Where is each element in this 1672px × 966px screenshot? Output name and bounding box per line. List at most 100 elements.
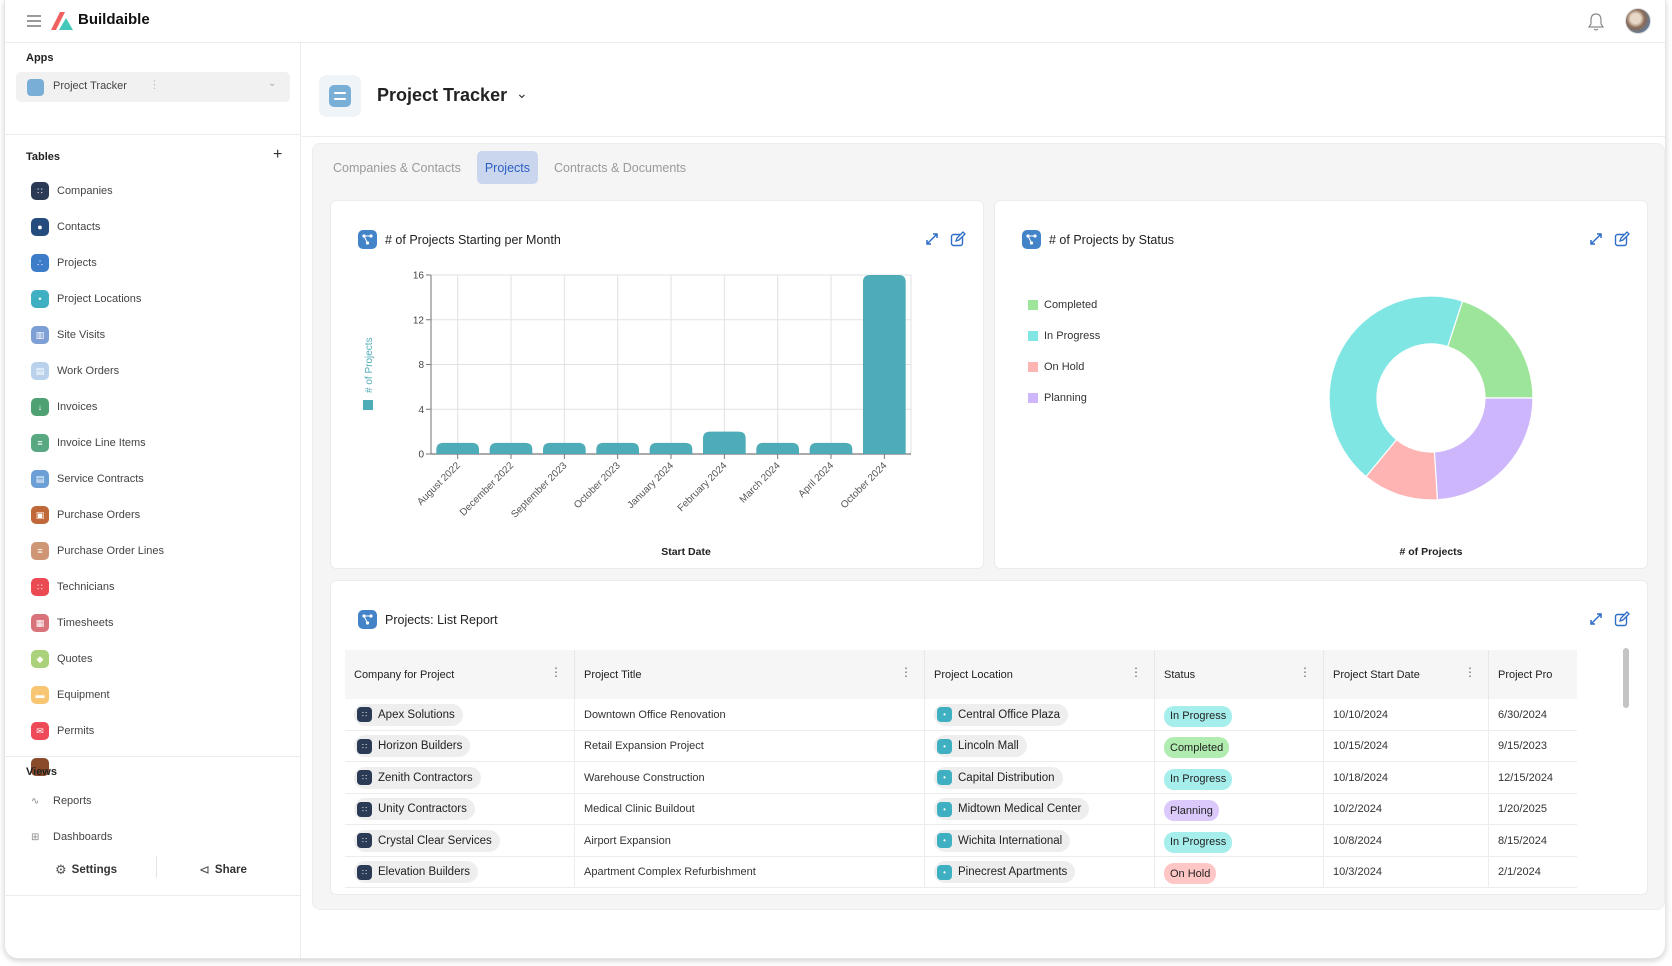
status-badge: On Hold [1164, 863, 1217, 885]
title-dropdown-chevron-icon[interactable]: ⌄ [516, 85, 528, 102]
donut-slice-in-progress[interactable] [1328, 295, 1464, 478]
column-header[interactable]: Status ⋮ [1155, 650, 1324, 699]
location-chip[interactable]: • Capital Distribution [934, 766, 1063, 789]
menu-icon[interactable] [27, 15, 41, 27]
user-avatar[interactable] [1625, 8, 1651, 34]
expand-icon[interactable] [1588, 231, 1604, 247]
column-header[interactable]: Project Start Date ⋮ [1324, 650, 1489, 699]
table-row[interactable]: ∷ Crystal Clear Services Airport Expansion… [345, 825, 1577, 857]
bar[interactable] [489, 442, 533, 454]
add-table-button[interactable]: + [273, 146, 282, 164]
donut-slice-on-hold[interactable] [1365, 438, 1439, 501]
location-chip[interactable]: • Lincoln Mall [934, 735, 1027, 758]
bar[interactable] [809, 442, 853, 454]
sidebar-item-site-visits[interactable]: ▥ Site Visits [26, 317, 296, 353]
tab-projects[interactable]: Projects [476, 151, 538, 184]
list-report-card: Projects: List Report Company for Projec… [330, 580, 1648, 895]
company-chip[interactable]: ∷ Horizon Builders [354, 735, 471, 758]
sidebar-item-projects[interactable]: ∴ Projects [26, 245, 296, 281]
divider [5, 756, 301, 757]
sidebar-item-purchase-orders[interactable]: ▣ Purchase Orders [26, 497, 296, 533]
sidebar-item-permits[interactable]: ✉ Permits [26, 713, 296, 749]
share-button[interactable]: ⊲ Share [199, 862, 247, 878]
location-chip[interactable]: • Wichita International [934, 829, 1071, 852]
legend-item[interactable]: Completed [1028, 289, 1100, 320]
bar[interactable] [596, 442, 639, 454]
expand-icon[interactable] [1588, 611, 1604, 627]
location-name: Midtown Medical Center [958, 803, 1082, 816]
column-header[interactable]: Project Pro [1489, 650, 1577, 699]
bar[interactable] [649, 442, 693, 454]
table-row[interactable]: ∷ Unity Contractors Medical Clinic Buildou… [345, 793, 1577, 825]
table-row[interactable]: ∷ Elevation Builders Apartment Complex Ref… [345, 856, 1577, 888]
edit-icon[interactable] [1614, 231, 1630, 247]
checklist-icon: ≡ [31, 542, 49, 560]
sidebar-item-quotes[interactable]: ◆ Quotes [26, 641, 296, 677]
sidebar-item-purchase-order-lines[interactable]: ≡ Purchase Order Lines [26, 533, 296, 569]
column-header-label: Project Title [584, 668, 642, 681]
tab-contracts-documents[interactable]: Contracts & Documents [546, 151, 694, 184]
column-menu-icon[interactable]: ⋮ [1299, 666, 1311, 678]
location-chip[interactable]: • Central Office Plaza [934, 703, 1069, 726]
company-chip[interactable]: ∷ Elevation Builders [354, 861, 479, 884]
sidebar-item-companies[interactable]: ∷ Companies [26, 173, 296, 209]
column-header[interactable]: Project Location ⋮ [925, 650, 1155, 699]
status-badge: Completed [1164, 737, 1230, 759]
settings-button[interactable]: ⚙ Settings [55, 862, 117, 878]
table-row[interactable]: ∷ Apex Solutions Downtown Office Renovatio… [345, 699, 1577, 731]
sidebar-item-invoice-line-items[interactable]: ≡ Invoice Line Items [26, 425, 296, 461]
bar-chart-card: # of Projects Starting per Month 0 4 8 12 16… [330, 200, 984, 569]
x-tick-label: January 2024 [625, 460, 676, 511]
bar[interactable] [543, 442, 586, 454]
legend-item[interactable]: Planning [1028, 382, 1100, 413]
app-selector[interactable]: Project Tracker ⋮ ⌄ [16, 72, 290, 102]
sidebar-item-work-orders[interactable]: ▤ Work Orders [26, 353, 296, 389]
bar[interactable] [756, 442, 799, 454]
donut-slice-completed[interactable] [1446, 300, 1534, 399]
sidebar-item-project-locations[interactable]: • Project Locations [26, 281, 296, 317]
notifications-bell-icon[interactable] [1587, 12, 1605, 32]
status-badge: In Progress [1164, 831, 1233, 853]
company-chip[interactable]: ∷ Unity Contractors [354, 798, 475, 821]
sidebar-item-more[interactable] [26, 749, 296, 785]
sidebar-item-timesheets[interactable]: ▦ Timesheets [26, 605, 296, 641]
sidebar-item-contacts[interactable]: ● Contacts [26, 209, 296, 245]
legend-item[interactable]: In Progress [1028, 320, 1100, 351]
table-scrollbar[interactable] [1623, 648, 1629, 708]
table-row[interactable]: ∷ Horizon Builders Retail Expansion Projec… [345, 730, 1577, 762]
edit-icon[interactable] [1614, 611, 1630, 627]
bar[interactable] [436, 442, 479, 454]
sidebar-item-invoices[interactable]: ↓ Invoices [26, 389, 296, 425]
sidebar-item-technicians[interactable]: ∷ Technicians [26, 569, 296, 605]
company-chip[interactable]: ∷ Zenith Contractors [354, 766, 481, 789]
dashboard-tabs: Companies & Contacts Projects Contracts … [325, 151, 702, 184]
column-menu-icon[interactable]: ⋮ [1130, 666, 1142, 678]
table-row[interactable]: ∷ Zenith Contractors Warehouse Constructio… [345, 762, 1577, 794]
sidebar-item-dashboards[interactable]: ⊞ Dashboards [31, 831, 112, 843]
sidebar-item-reports[interactable]: ∿ Reports [31, 795, 92, 807]
sidebar-item-service-contracts[interactable]: ▤ Service Contracts [26, 461, 296, 497]
location-chip[interactable]: • Pinecrest Apartments [934, 861, 1076, 884]
x-tick-label: October 2023 [572, 460, 623, 511]
column-menu-icon[interactable]: ⋮ [1464, 666, 1476, 678]
project-title: Downtown Office Renovation [584, 708, 726, 721]
bar[interactable] [863, 275, 906, 454]
column-menu-icon[interactable]: ⋮ [550, 666, 562, 678]
donut-slice-planning[interactable] [1433, 397, 1534, 501]
sidebar-item-label: Technicians [57, 581, 115, 593]
column-header[interactable]: Project Title ⋮ [575, 650, 925, 699]
sidebar-item-equipment[interactable]: ▬ Equipment [26, 677, 296, 713]
company-chip[interactable]: ∷ Apex Solutions [354, 703, 463, 726]
legend-label: In Progress [1044, 329, 1101, 342]
tab-companies-contacts[interactable]: Companies & Contacts [325, 151, 469, 184]
column-menu-icon[interactable]: ⋮ [900, 666, 912, 678]
column-header[interactable]: Company for Project ⋮ [345, 650, 575, 699]
table-cell: 10/2/2024 [1324, 793, 1489, 825]
sidebar-item-label: Purchase Orders [57, 509, 141, 521]
legend-label: Completed [1044, 298, 1098, 311]
legend-item[interactable]: On Hold [1028, 351, 1100, 382]
app-options-icon[interactable]: ⋮ [149, 78, 160, 91]
location-chip[interactable]: • Midtown Medical Center [934, 798, 1090, 821]
company-chip[interactable]: ∷ Crystal Clear Services [354, 829, 500, 852]
bar[interactable] [703, 431, 746, 454]
